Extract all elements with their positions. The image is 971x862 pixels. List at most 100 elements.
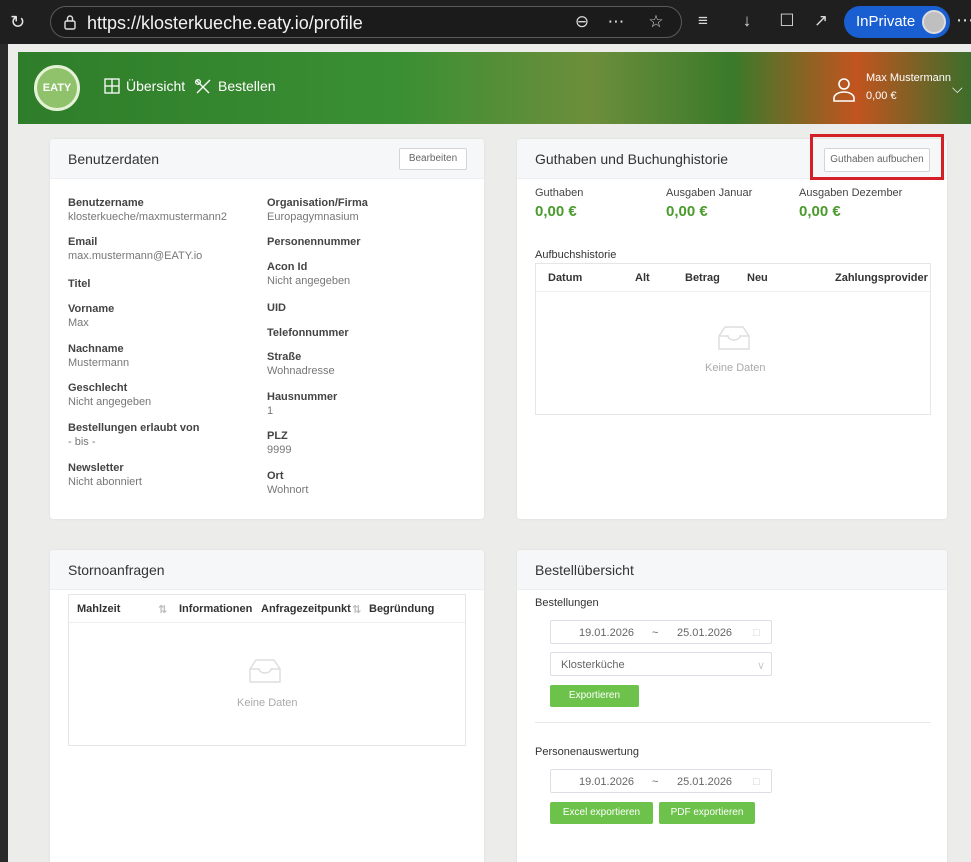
pdf-export-button[interactable]: PDF exportieren — [659, 802, 755, 824]
field-label: Newsletter — [68, 462, 124, 474]
eaty-logo[interactable]: EATY — [34, 65, 80, 111]
date-separator: ~ — [652, 627, 659, 639]
highlight-box — [810, 134, 944, 180]
col-zahlungsprovider[interactable]: Zahlungsprovider — [835, 272, 928, 284]
field-label: Straße — [267, 351, 302, 363]
date-to: 25.01.2026 — [677, 776, 733, 788]
persons-label: Personenauswertung — [535, 746, 639, 758]
sort-icon[interactable]: ⇅ — [352, 603, 361, 616]
zoom-out-icon[interactable]: ⊖ — [571, 11, 593, 33]
excel-export-button[interactable]: Excel exportieren — [550, 802, 653, 824]
profile-avatar — [922, 10, 946, 34]
inprivate-badge[interactable]: InPrivate — [844, 6, 950, 38]
chevron-down-icon[interactable]: ⌵ — [952, 80, 963, 97]
table-header: Datum Alt Betrag Neu Zahlungsprovider — [536, 264, 930, 292]
field-value: Wohnadresse — [267, 365, 335, 377]
reload-icon[interactable]: ↻ — [10, 12, 30, 32]
field-label: PLZ — [267, 430, 288, 442]
field-label: Titel — [68, 278, 91, 290]
empty-inbox-icon — [718, 326, 750, 350]
history-label: Aufbuchshistorie — [535, 249, 617, 261]
col-alt[interactable]: Alt — [635, 272, 650, 284]
field-label: Ort — [267, 470, 284, 482]
persons-date-range[interactable]: 19.01.2026 ~ 25.01.2026 □ — [550, 769, 772, 793]
date-from: 19.01.2026 — [579, 627, 635, 639]
empty-text: Keine Daten — [237, 697, 298, 709]
col-neu[interactable]: Neu — [747, 272, 768, 284]
empty-inbox-icon — [249, 659, 281, 683]
sort-icon[interactable]: ⇅ — [158, 603, 167, 616]
user-icon[interactable] — [832, 76, 856, 102]
col-mahlzeit[interactable]: Mahlzeit — [77, 603, 120, 615]
storno-table: Mahlzeit ⇅ Informationen Anfragezeitpunk… — [68, 594, 466, 746]
more-tools-icon[interactable]: ⋯ — [605, 11, 627, 33]
field-label: Personennummer — [267, 236, 361, 248]
field-label: Nachname — [68, 343, 124, 355]
app-header: EATY Übersicht Bestellen Max Mustermann … — [18, 52, 971, 124]
field-label: Organisation/Firma — [267, 197, 368, 209]
metric-value: 0,00 € — [535, 203, 577, 220]
screenshot-icon[interactable]: ☐ — [776, 10, 798, 32]
metric-value: 0,00 € — [799, 203, 841, 220]
user-name[interactable]: Max Mustermann — [866, 72, 951, 84]
orders-date-range[interactable]: 19.01.2026 ~ 25.01.2026 □ — [550, 620, 772, 644]
date-to: 25.01.2026 — [677, 627, 733, 639]
favorites-list-icon[interactable]: ≡ — [692, 10, 714, 32]
guthaben-card: Guthaben und Buchunghistorie Guthaben au… — [517, 139, 947, 519]
field-value: Wohnort — [267, 484, 309, 496]
field-value: klosterkueche/maxmustermann2 — [68, 211, 227, 223]
storno-card: Stornoanfragen Mahlzeit ⇅ Informationen … — [50, 550, 484, 862]
divider — [535, 722, 931, 723]
col-begruendung[interactable]: Begründung — [369, 603, 434, 615]
history-table: Datum Alt Betrag Neu Zahlungsprovider Ke… — [535, 263, 931, 415]
downloads-icon[interactable]: ↓ — [736, 10, 758, 32]
field-label: Email — [68, 236, 98, 248]
card-header: Bestellübersicht — [517, 550, 947, 590]
url-text: https://klosterkueche.eaty.io/profile — [87, 13, 363, 33]
location-value: Klosterküche — [561, 659, 625, 671]
page: EATY Übersicht Bestellen Max Mustermann … — [0, 44, 971, 862]
browser-toolbar: ↻ https://klosterkueche.eaty.io/profile … — [0, 0, 971, 44]
address-bar[interactable]: https://klosterkueche.eaty.io/profile ⊖ … — [50, 6, 682, 38]
nav-overview[interactable]: Übersicht — [104, 78, 185, 94]
lock-icon — [64, 15, 76, 30]
orders-label: Bestellungen — [535, 597, 599, 609]
col-anfragezeitpunkt[interactable]: Anfragezeitpunkt — [261, 603, 351, 615]
col-informationen[interactable]: Informationen — [179, 603, 252, 615]
metric-value: 0,00 € — [666, 203, 708, 220]
field-label: Acon Id — [267, 261, 308, 273]
field-value: 9999 — [267, 444, 292, 456]
calendar-icon: □ — [753, 627, 760, 639]
field-label: Telefonnummer — [267, 327, 349, 339]
bestell-card: Bestellübersicht Bestellungen 19.01.2026… — [517, 550, 947, 862]
bestell-title: Bestellübersicht — [535, 562, 634, 578]
share-icon[interactable]: ↗ — [810, 10, 832, 32]
field-value: Nicht angegeben — [68, 396, 152, 408]
field-value: Europagymnasium — [267, 211, 359, 223]
edit-button[interactable]: Bearbeiten — [399, 148, 467, 170]
benutzerdaten-title: Benutzerdaten — [68, 151, 160, 167]
metric-label: Ausgaben Dezember — [799, 187, 903, 199]
field-label: UID — [267, 302, 286, 314]
field-value: max.mustermann@EATY.io — [68, 250, 203, 262]
user-balance: 0,00 € — [866, 90, 897, 102]
table-header: Mahlzeit ⇅ Informationen Anfragezeitpunk… — [69, 595, 465, 623]
nav-order-label: Bestellen — [218, 78, 276, 94]
nav-order[interactable]: Bestellen — [194, 78, 276, 94]
field-label: Hausnummer — [267, 391, 338, 403]
favorite-star-icon[interactable]: ☆ — [645, 11, 667, 33]
chevron-down-icon: ∨ — [757, 660, 766, 672]
field-value: 1 — [267, 405, 274, 417]
field-label: Bestellungen erlaubt von — [68, 422, 200, 434]
guthaben-title: Guthaben und Buchunghistorie — [535, 151, 729, 167]
export-button[interactable]: Exportieren — [550, 685, 639, 707]
date-from: 19.01.2026 — [579, 776, 635, 788]
location-select[interactable]: Klosterküche ∨ — [550, 652, 772, 676]
field-value: Nicht angegeben — [267, 275, 351, 287]
browser-menu-icon[interactable]: ⋯ — [956, 10, 971, 31]
field-value: Nicht abonniert — [68, 476, 142, 488]
col-datum[interactable]: Datum — [548, 272, 582, 284]
field-label: Geschlecht — [68, 382, 128, 394]
metric-label: Ausgaben Januar — [666, 187, 753, 199]
col-betrag[interactable]: Betrag — [685, 272, 720, 284]
